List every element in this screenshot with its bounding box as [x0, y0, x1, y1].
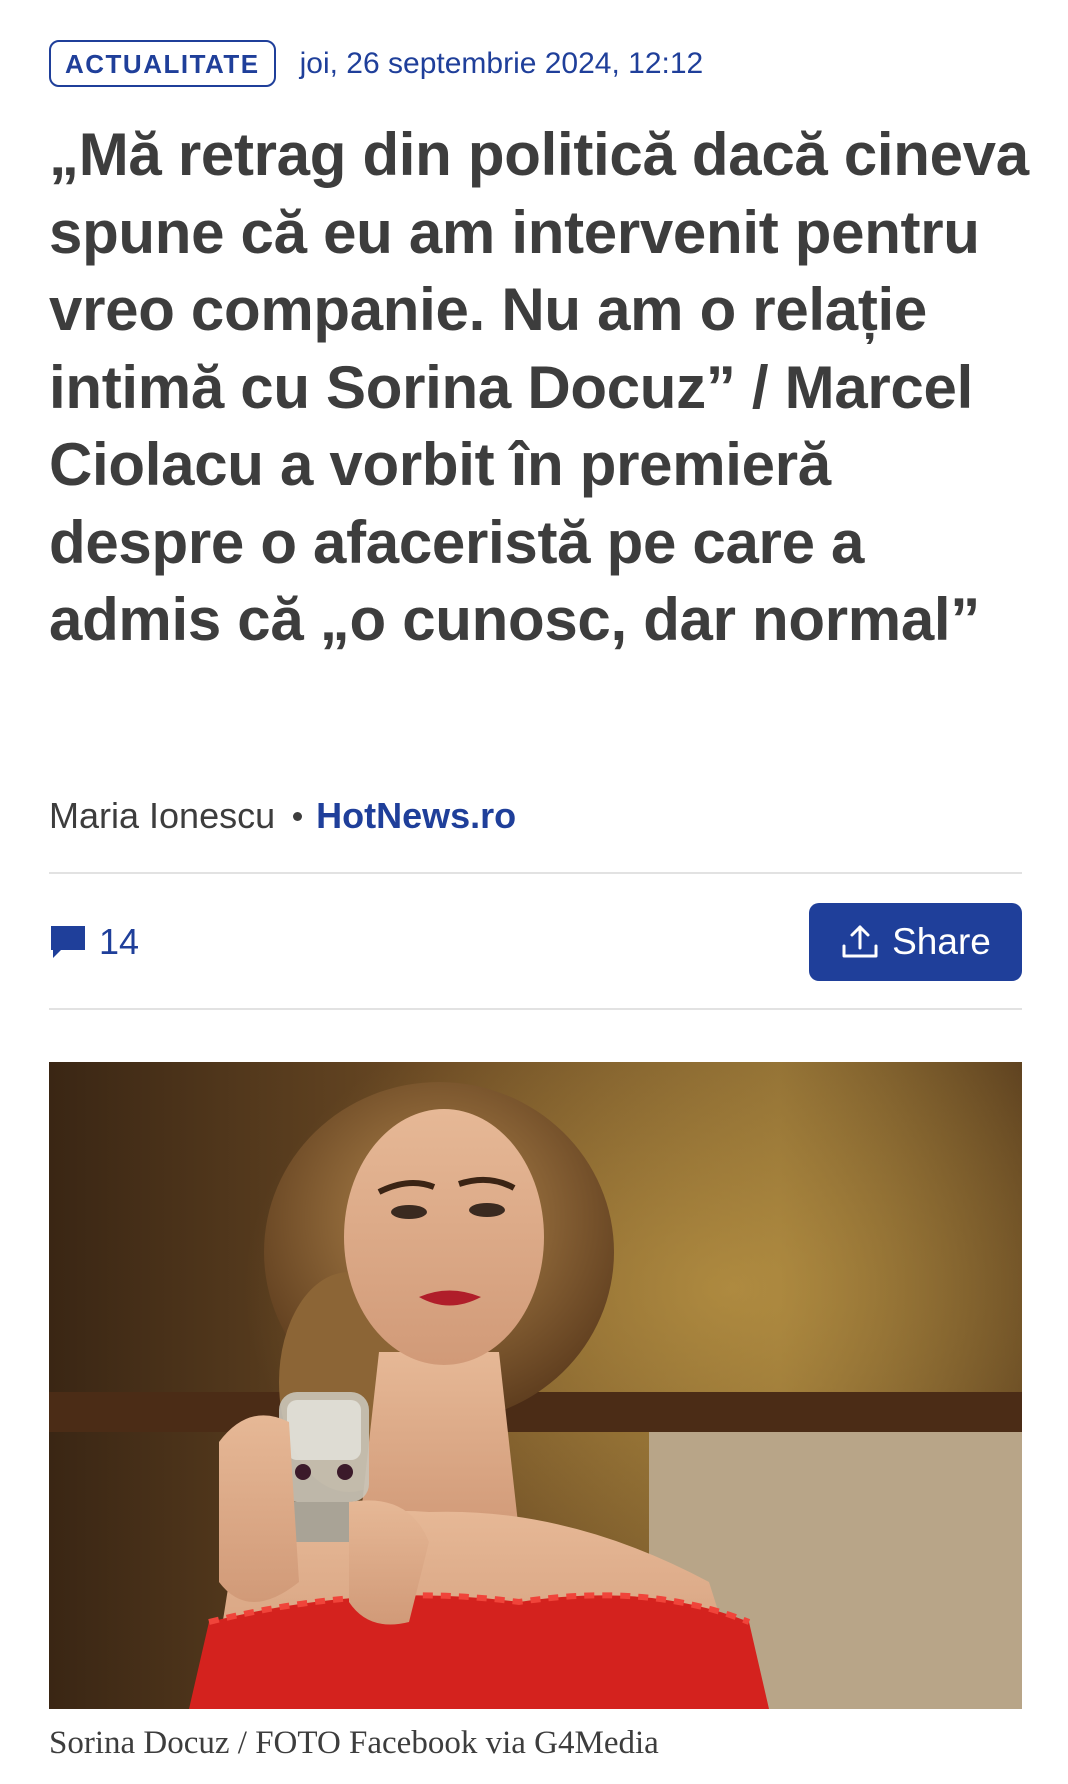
divider-bottom — [49, 1008, 1022, 1010]
upload-arrow-icon — [840, 922, 880, 962]
byline: Maria Ionescu HotNews.ro — [49, 794, 516, 838]
separator-dot — [293, 811, 303, 821]
category-badge[interactable]: ACTUALITATE — [49, 40, 276, 87]
article-headline: „Mă retrag din politică dacă cineva spun… — [49, 121, 1029, 653]
author-name: Maria Ionescu — [49, 795, 276, 836]
article-meta: ACTUALITATE joi, 26 septembrie 2024, 12:… — [49, 40, 703, 87]
publish-date: joi, 26 septembrie 2024, 12:12 — [299, 46, 704, 80]
source-link[interactable]: HotNews.ro — [316, 794, 516, 838]
comments-count: 14 — [99, 921, 140, 962]
comments-button[interactable]: 14 — [49, 920, 139, 964]
divider-top — [49, 872, 1022, 874]
article-photo — [49, 1062, 1022, 1709]
share-label: Share — [892, 921, 991, 962]
speech-bubble-icon — [49, 923, 87, 961]
photo-caption: Sorina Docuz / FOTO Facebook via G4Media — [49, 1725, 659, 1761]
share-button[interactable]: Share — [809, 903, 1022, 981]
